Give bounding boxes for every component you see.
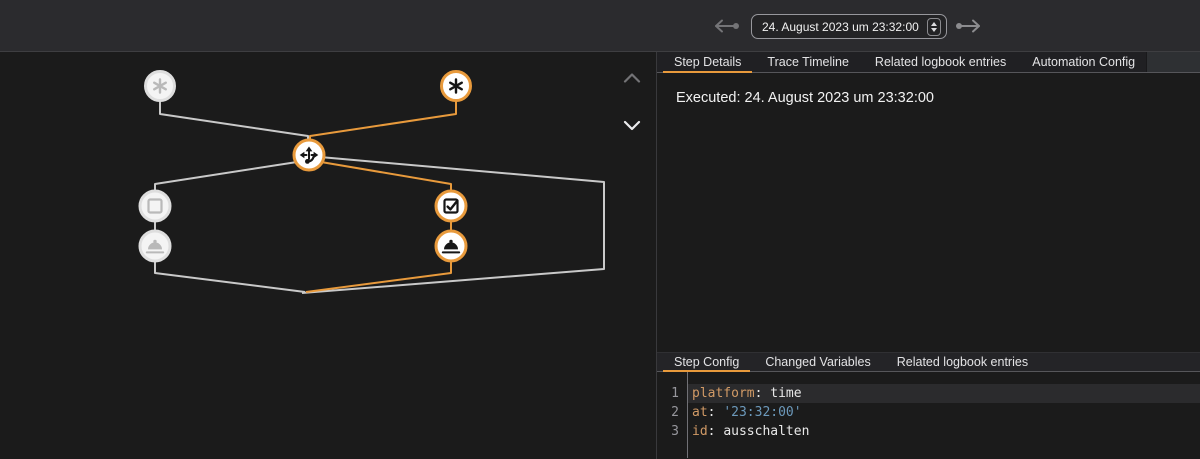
trace-selector[interactable]: 24. August 2023 um 23:32:00: [751, 14, 947, 39]
tab-related-logbook-entries[interactable]: Related logbook entries: [862, 52, 1019, 72]
tab-config-related-logbook-entries[interactable]: Related logbook entries: [884, 353, 1041, 371]
code-line: 1 platform: time: [657, 384, 1200, 403]
node-condition-right[interactable]: [436, 191, 466, 221]
edge-trigger-right-active: [310, 100, 456, 142]
yaml-code-viewer: 1 platform: time 2 at: '23:32:00' 3 id: …: [657, 372, 1200, 458]
tab-step-details[interactable]: Step Details: [661, 52, 754, 72]
executed-timestamp: Executed: 24. August 2023 um 23:32:00: [676, 90, 934, 106]
node-action-left[interactable]: [140, 231, 170, 261]
up-down-stepper-icon: [927, 18, 941, 36]
tab-automation-config[interactable]: Automation Config: [1019, 52, 1148, 72]
tab-changed-variables[interactable]: Changed Variables: [752, 353, 883, 371]
tab-trace-timeline[interactable]: Trace Timeline: [754, 52, 862, 72]
node-choose[interactable]: [294, 140, 324, 170]
code-line: 3 id: ausschalten: [657, 422, 1200, 441]
scrollbar-thumb[interactable]: [1146, 52, 1200, 72]
line-number: 1: [657, 384, 679, 403]
node-action-right[interactable]: [436, 231, 466, 261]
node-trigger-left[interactable]: [146, 72, 175, 101]
yaml-value: ausschalten: [723, 424, 809, 439]
trace-details-panel: Step Details Trace Timeline Related logb…: [656, 52, 1200, 459]
edge-right-branch-active: [306, 162, 451, 292]
node-trigger-right[interactable]: [442, 72, 471, 101]
config-tab-bar: Step Config Changed Variables Related lo…: [657, 352, 1200, 372]
ray-arrow-right-icon: [956, 21, 979, 32]
yaml-value: '23:32:00': [723, 405, 801, 420]
previous-node-button[interactable]: [625, 75, 639, 82]
code-line: 2 at: '23:32:00': [657, 403, 1200, 422]
step-config-section: Step Config Changed Variables Related lo…: [657, 352, 1200, 459]
edge-left-branch: [155, 162, 305, 292]
line-number: 2: [657, 403, 679, 422]
edge-trigger-left: [160, 100, 308, 142]
yaml-value: time: [770, 386, 801, 401]
line-number: 3: [657, 422, 679, 441]
chevron-down-icon: [625, 122, 639, 129]
ray-arrow-left-icon: [716, 21, 739, 32]
previous-trace-button[interactable]: [709, 18, 741, 34]
edge-default-branch: [302, 157, 604, 293]
node-condition-left[interactable]: [140, 191, 170, 221]
automation-trace-graph: [0, 52, 656, 459]
chevron-up-icon: [625, 75, 639, 82]
yaml-separator: :: [708, 424, 724, 439]
next-node-button[interactable]: [625, 122, 639, 129]
next-trace-button[interactable]: [954, 18, 986, 34]
details-tab-bar: Step Details Trace Timeline Related logb…: [657, 52, 1200, 73]
yaml-key: id: [692, 424, 708, 439]
yaml-separator: :: [755, 386, 771, 401]
yaml-key: platform: [692, 386, 755, 401]
trace-toolbar: 24. August 2023 um 23:32:00: [0, 0, 1200, 52]
trace-selector-value: 24. August 2023 um 23:32:00: [762, 20, 919, 34]
tab-step-config[interactable]: Step Config: [661, 353, 752, 371]
yaml-key: at: [692, 405, 708, 420]
yaml-separator: :: [708, 405, 724, 420]
